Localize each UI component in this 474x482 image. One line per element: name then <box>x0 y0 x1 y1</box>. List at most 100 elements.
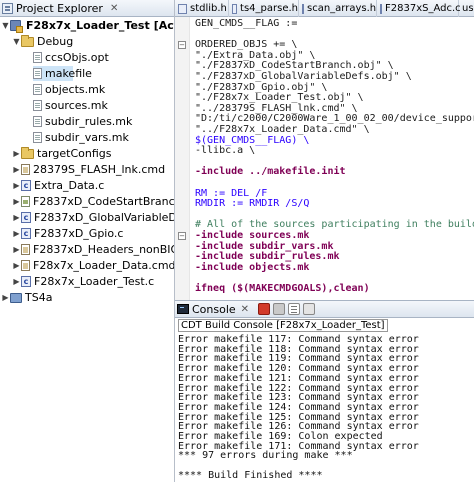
c-file-icon <box>380 3 382 14</box>
tree-item-file[interactable]: ▶ F28x7x_Loader_Data.cmd <box>12 258 175 273</box>
collapse-arrow-icon[interactable]: ▶ <box>12 229 21 238</box>
header-file-icon <box>302 3 304 14</box>
tree-item-label: F2837xD_Headers_nonBIOS_cpu1.cmd <box>33 243 174 256</box>
editor-tab-label: stdlib.h <box>190 3 227 14</box>
console-panel: Console ✕ CDT Build Console [F28x7x_Load… <box>175 300 474 482</box>
fold-icon[interactable]: − <box>178 232 186 240</box>
remove-launch-icon[interactable] <box>273 303 286 315</box>
collapse-arrow-icon[interactable]: ▶ <box>12 245 21 254</box>
tree-item-file[interactable]: ▶ c F28x7x_Loader_Test.c <box>12 274 154 289</box>
fold-icon[interactable]: − <box>178 41 186 50</box>
console-line: **** Build Finished **** <box>178 469 323 481</box>
console-line: *** 97 errors during make *** <box>178 450 353 462</box>
tree-item-label: F2837xD_GlobalVariableDefs.c <box>34 211 174 224</box>
tree-item-file[interactable]: ▶ c F2837xD_GlobalVariableDefs.c <box>12 210 174 225</box>
console-tab-label[interactable]: Console <box>192 303 236 316</box>
tree-item-targetconfigs[interactable]: ▶ targetConfigs <box>12 146 111 161</box>
editor-gutter: − − <box>175 17 190 300</box>
tree-item-file[interactable]: ▶ F2837xD_CodeStartBranch.asm <box>12 194 175 209</box>
tree-item-file[interactable]: ▶ 28379S_FLASH_lnk.cmd <box>12 162 165 177</box>
tree-item-label: sources.mk <box>45 99 108 112</box>
tree-item-label: F2837xD_Gpio.c <box>34 227 124 240</box>
collapse-arrow-icon[interactable]: ▶ <box>12 197 21 206</box>
editor-tab-label: ts4_parse.h <box>240 3 298 14</box>
tree-item-file[interactable]: subdir_vars.mk <box>33 130 129 145</box>
cmd-file-icon <box>21 260 30 271</box>
editor-panel: stdlib.h ts4_parse.h scan_arrays.h F2837… <box>175 0 474 300</box>
editor-tab[interactable]: F2837xS_Adc.c <box>377 0 461 17</box>
console-toolbar <box>258 303 316 315</box>
editor-tab[interactable]: stdlib.h <box>175 0 229 17</box>
expand-arrow-icon[interactable]: ▼ <box>12 37 21 46</box>
c-file-icon: c <box>21 228 31 239</box>
tree-item-file-selected[interactable]: makefile <box>33 66 92 81</box>
editor-tabbar: stdlib.h ts4_parse.h scan_arrays.h F2837… <box>175 0 474 17</box>
editor-tab-label: scan_arrays.h <box>307 3 377 14</box>
tree-item-file[interactable]: subdir_rules.mk <box>33 114 132 129</box>
project-name: F28x7x_Loader_Test <box>26 19 150 32</box>
terminate-icon[interactable] <box>258 303 271 315</box>
console-subtitle: CDT Build Console [F28x7x_Loader_Test] <box>178 319 388 332</box>
collapse-arrow-icon[interactable]: ▶ <box>12 181 21 190</box>
tree-item-label: TS4a <box>25 291 53 304</box>
file-icon <box>33 100 42 111</box>
tree-item-file[interactable]: ▶ F2837xD_Headers_nonBIOS_cpu1.cmd <box>12 242 174 257</box>
folder-icon <box>21 146 34 159</box>
editor-tab[interactable]: scan_arrays.h <box>299 0 377 17</box>
project-explorer-icon <box>2 2 13 14</box>
file-icon <box>33 116 42 127</box>
tree-item-debug[interactable]: ▼ Debug <box>12 34 73 49</box>
tree-item-file[interactable]: sources.mk <box>33 98 108 113</box>
tree-item-label: objects.mk <box>45 83 106 96</box>
project-explorer-tab[interactable]: Project Explorer ✕ <box>2 2 118 15</box>
tree-item-file[interactable]: ccsObjs.opt <box>33 50 109 65</box>
console-icon <box>177 304 189 314</box>
tree-item-file[interactable]: ▶ c F2837xD_Gpio.c <box>12 226 123 241</box>
expand-arrow-icon[interactable]: ▼ <box>1 21 10 30</box>
tree-item-project[interactable]: ▼ F28x7x_Loader_Test [Active - Debug] <box>1 18 174 33</box>
clear-console-icon[interactable] <box>288 303 301 315</box>
tree-item-label: F2837xD_CodeStartBranch.asm <box>33 195 175 208</box>
project-explorer-panel: Project Explorer ✕ ▼ F28x7x_Loader_Test … <box>0 0 175 482</box>
code-line: ifneq ($(MAKECMDGOALS),clean) <box>195 283 370 294</box>
project-icon <box>10 20 23 33</box>
code-line: -llibc.a \ <box>195 145 256 157</box>
project-icon <box>10 292 22 303</box>
collapse-arrow-icon[interactable]: ▶ <box>12 261 21 270</box>
console-subtitle-row: CDT Build Console [F28x7x_Loader_Test] <box>175 318 474 333</box>
code-area[interactable]: − − GEN_CMDS__FLAG := ORDERED_OBJS += \ … <box>175 17 474 300</box>
collapse-arrow-icon[interactable]: ▶ <box>1 293 10 302</box>
code-line: -include sources.mk <box>195 230 310 241</box>
tree-item-file[interactable]: ▶ c Extra_Data.c <box>12 178 104 193</box>
editor-tab[interactable]: ts4_parse.h <box>229 0 299 17</box>
code-line: -include objects.mk <box>195 261 310 273</box>
cmd-file-icon <box>21 164 30 175</box>
tree-item-label: ccsObjs.opt <box>45 51 109 64</box>
code-line: "../F28x7x_Loader_Data.cmd" \ <box>195 124 370 135</box>
c-file-icon: c <box>21 180 31 191</box>
close-icon[interactable]: ✕ <box>110 3 118 14</box>
file-icon <box>33 52 42 63</box>
editor-tab-label: us <box>462 3 474 14</box>
code-line: RMDIR := RMDIR /S/Q <box>195 198 310 210</box>
pin-console-icon[interactable] <box>303 303 316 315</box>
collapse-arrow-icon[interactable]: ▶ <box>12 165 21 174</box>
collapse-arrow-icon[interactable]: ▶ <box>12 277 21 286</box>
file-icon <box>33 132 42 143</box>
file-icon <box>33 68 42 79</box>
code-line: "./F2837xD_GlobalVariableDefs.obj" \ <box>195 71 412 82</box>
folder-icon <box>21 34 34 47</box>
collapse-arrow-icon[interactable]: ▶ <box>12 149 21 158</box>
tree-item-file[interactable]: objects.mk <box>33 82 105 97</box>
editor-tab[interactable]: us <box>459 0 474 17</box>
tree-item-label: F28x7x_Loader_Data.cmd <box>33 259 175 272</box>
close-icon[interactable]: ✕ <box>241 304 249 315</box>
tree-item-project-ts4a[interactable]: ▶ TS4a <box>1 290 52 305</box>
editor-tab-label: F2837xS_Adc.c <box>385 3 461 14</box>
tree-item-label: Debug <box>37 35 74 48</box>
collapse-arrow-icon[interactable]: ▶ <box>12 213 21 222</box>
code-line: -include ../makefile.init <box>195 166 346 178</box>
c-file-icon: c <box>21 212 31 223</box>
project-explorer-tabbar: Project Explorer ✕ <box>0 0 174 17</box>
console-tabbar: Console ✕ <box>175 301 474 318</box>
